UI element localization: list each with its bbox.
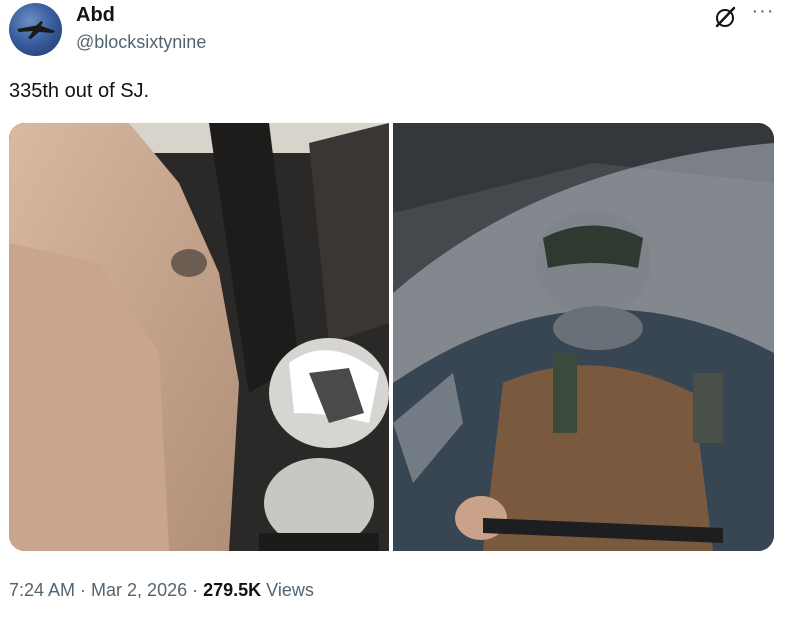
author-name[interactable]: Abd <box>76 4 115 27</box>
more-icon: ··· <box>751 0 775 22</box>
jet-icon <box>17 21 55 39</box>
photo-left[interactable] <box>9 123 389 551</box>
author-handle[interactable]: @blocksixtynine <box>76 32 206 53</box>
meta-separator: · <box>75 580 92 600</box>
grok-icon <box>715 6 736 28</box>
more-button[interactable]: ··· <box>748 0 778 26</box>
tweet-date[interactable]: Mar 2, 2026 <box>91 580 187 600</box>
media-grid <box>9 123 774 551</box>
grok-button[interactable] <box>712 4 738 30</box>
views-label: Views <box>261 580 314 600</box>
tweet-text: 335th out of SJ. <box>9 80 150 102</box>
photo-right[interactable] <box>393 123 774 551</box>
meta-separator: · <box>187 580 204 600</box>
photo-right-image <box>393 123 774 551</box>
photo-left-image <box>9 123 389 551</box>
tweet-meta: 7:24 AM · Mar 2, 2026 · 279.5K Views <box>9 580 314 601</box>
tweet-time[interactable]: 7:24 AM <box>9 580 75 600</box>
avatar[interactable] <box>9 3 62 56</box>
views-count: 279.5K <box>203 580 262 600</box>
